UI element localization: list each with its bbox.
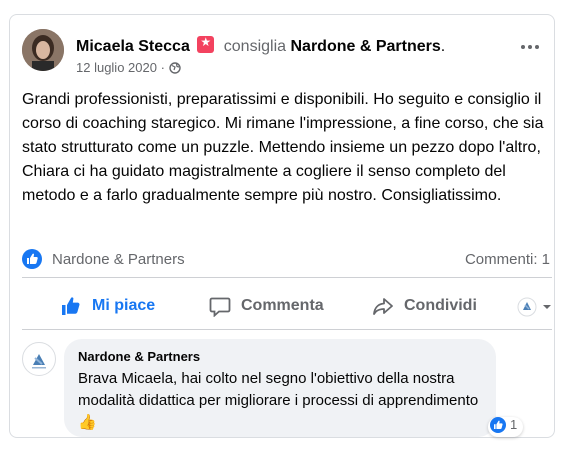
date-separator: · <box>160 60 165 75</box>
comment-author[interactable]: Nardone & Partners <box>78 349 200 364</box>
share-button[interactable]: Condividi <box>372 287 492 327</box>
comments-count[interactable]: Commenti: 1 <box>465 251 550 268</box>
divider <box>22 277 552 278</box>
more-options-icon[interactable] <box>518 39 542 55</box>
comment-bubble-icon <box>209 297 231 317</box>
post-body: Grandi professionisti, preparatissimi e … <box>22 91 544 204</box>
post-card: Micaela Stecca ★ consiglia Nardone & Par… <box>9 14 555 438</box>
post-meta: 12 luglio 2020 · <box>76 60 181 77</box>
like-button[interactable]: Mi piace <box>60 287 170 327</box>
like-reaction-icon <box>490 417 506 433</box>
comment-bubble: Nardone & Partners Brava Micaela, hai co… <box>64 339 496 437</box>
page-logo-icon <box>517 297 537 317</box>
reactions-summary: Nardone & Partners Commenti: 1 <box>22 247 550 271</box>
like-label: Mi piace <box>92 297 156 314</box>
post-as-selector[interactable] <box>515 287 555 327</box>
share-label: Condividi <box>404 297 477 314</box>
action-bar: Mi piace Commenta Condividi <box>22 287 552 327</box>
share-arrow-icon <box>373 298 393 315</box>
divider <box>22 329 552 330</box>
comment-text: Brava Micaela, hai colto nel segno l'obi… <box>78 370 479 431</box>
header-period: . <box>440 38 446 55</box>
chevron-down-icon <box>543 305 551 309</box>
like-reaction-icon[interactable] <box>22 249 42 269</box>
thumbs-up-icon <box>62 297 80 315</box>
comment-reactions[interactable]: 1 <box>488 417 524 437</box>
post-date[interactable]: 12 luglio 2020 <box>76 60 157 75</box>
reactor-name[interactable]: Nardone & Partners <box>52 251 185 268</box>
commenter-avatar[interactable] <box>22 342 56 376</box>
comment-label: Commenta <box>241 297 324 314</box>
author-name[interactable]: Micaela Stecca <box>76 38 190 55</box>
post-header: Micaela Stecca ★ consiglia Nardone & Par… <box>76 35 446 56</box>
globe-icon[interactable] <box>168 62 181 77</box>
page-logo-icon <box>32 354 46 369</box>
comment-button[interactable]: Commenta <box>209 287 339 327</box>
comment-like-count: 1 <box>510 417 518 432</box>
recommend-star-icon: ★ <box>197 35 215 53</box>
author-avatar[interactable] <box>22 29 64 71</box>
recommends-text: consiglia <box>223 38 287 55</box>
recommended-page-name[interactable]: Nardone & Partners <box>290 38 440 55</box>
